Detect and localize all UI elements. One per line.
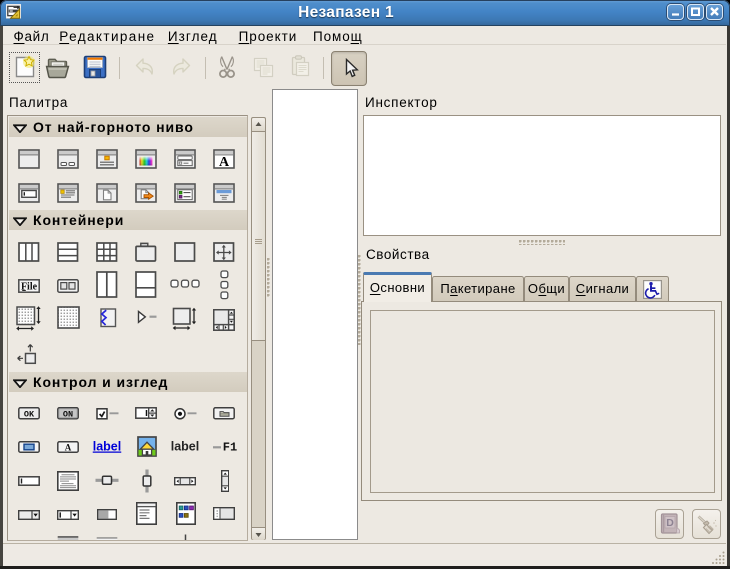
svg-text:D: D bbox=[666, 517, 674, 529]
svg-text:ON: ON bbox=[63, 410, 73, 420]
svg-text:F1: F1 bbox=[223, 441, 237, 455]
svg-text:OK: OK bbox=[24, 410, 35, 420]
svg-text:A: A bbox=[219, 155, 230, 169]
svg-text:label: label bbox=[93, 440, 122, 454]
svg-text:label: label bbox=[171, 440, 200, 454]
svg-text:A: A bbox=[65, 442, 72, 452]
